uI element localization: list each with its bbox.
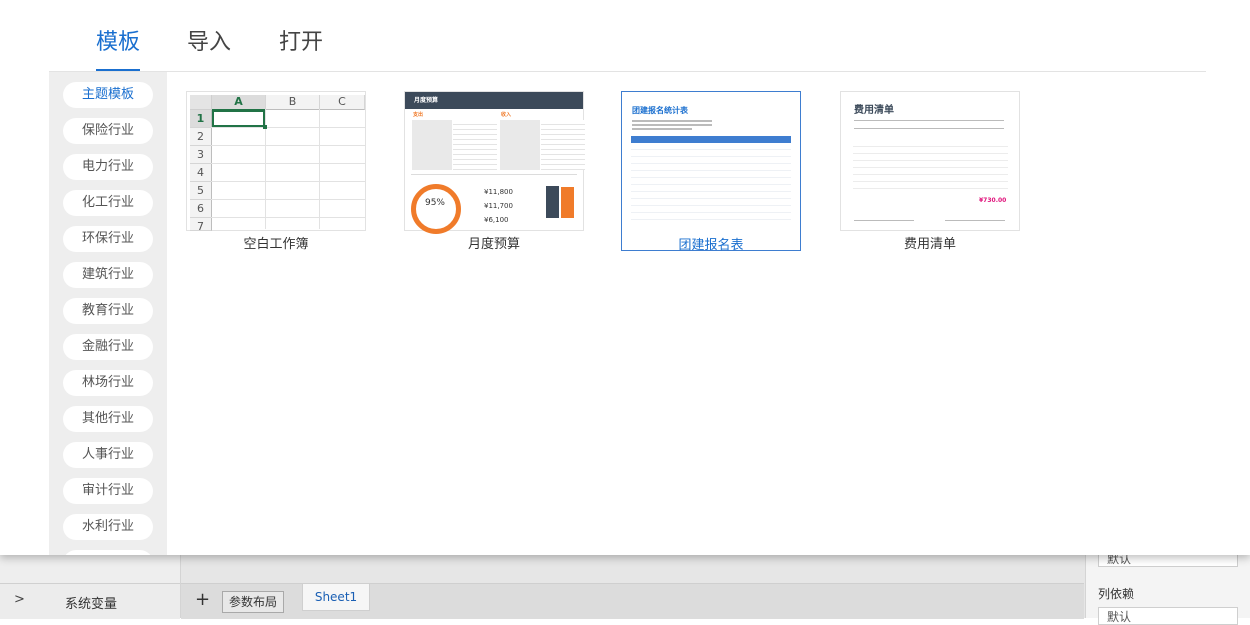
- template-label-monthly-budget: 月度预算: [467, 237, 520, 252]
- tab-open[interactable]: 打开: [279, 24, 323, 56]
- signup-table-header: [631, 136, 791, 143]
- row-header-3: 3: [190, 146, 212, 164]
- right-properties-panel: 默认 列依赖 默认: [1085, 549, 1250, 625]
- expense-signature-line: [945, 220, 1005, 221]
- budget-section-income: 收入: [501, 112, 512, 118]
- row-header-4: 4: [190, 164, 212, 182]
- category-environmental[interactable]: 环保行业: [63, 226, 153, 252]
- template-card-expense-list[interactable]: 费用清单 ¥730.00: [840, 91, 1020, 231]
- sheet-tab-bar: + 参数布局 Sheet1: [181, 583, 1084, 619]
- tab-import[interactable]: 导入: [187, 24, 231, 56]
- row-header-2: 2: [190, 128, 212, 146]
- row-header-7: 7: [190, 218, 212, 233]
- fill-handle: [263, 125, 267, 129]
- template-label-blank-workbook: 空白工作簿: [243, 237, 309, 252]
- system-variables-label: 系统变量: [65, 597, 118, 612]
- template-card-monthly-budget[interactable]: 月度预算 支出 收入 95% ¥11,800 ¥11,700 ¥6,100: [404, 91, 585, 234]
- category-hr[interactable]: 人事行业: [63, 442, 153, 468]
- signup-meta-line: [632, 128, 692, 130]
- grid-line: [211, 127, 366, 128]
- default-select-2[interactable]: 默认: [1098, 607, 1238, 625]
- column-dependency-label: 列依赖: [1098, 587, 1135, 601]
- budget-amount-3: ¥6,100: [484, 216, 509, 224]
- signup-thumb-title: 团建报名统计表: [632, 106, 688, 115]
- tabs-divider: [49, 71, 1206, 72]
- expense-meta-line: [854, 120, 1004, 121]
- category-insurance[interactable]: 保险行业: [63, 118, 153, 144]
- signup-meta-line: [632, 124, 712, 126]
- budget-section-expense: 支出: [413, 112, 424, 118]
- budget-amount-2: ¥11,700: [484, 202, 513, 210]
- grid-corner: [190, 95, 212, 110]
- template-card-team-signup[interactable]: 团建报名统计表 团建报名表: [621, 91, 801, 253]
- budget-bar-dark: [546, 186, 559, 218]
- category-theme-templates[interactable]: 主题模板: [63, 82, 153, 108]
- category-audit[interactable]: 审计行业: [63, 478, 153, 504]
- selected-cell: [212, 110, 265, 127]
- grid-line: [211, 181, 366, 182]
- category-water-conservancy[interactable]: 水利行业: [63, 514, 153, 540]
- row-header-1: 1: [190, 110, 212, 128]
- budget-thumb-title: 月度预算: [414, 97, 439, 104]
- row-header-6: 6: [190, 200, 212, 218]
- budget-table-shade: [412, 120, 452, 170]
- budget-header-bar: 月度预算: [405, 92, 583, 109]
- category-other[interactable]: 其他行业: [63, 406, 153, 432]
- sheet-tab-sheet1[interactable]: Sheet1: [302, 584, 370, 611]
- category-construction[interactable]: 建筑行业: [63, 262, 153, 288]
- budget-donut-percent: 95%: [424, 198, 445, 208]
- column-header-c: C: [320, 95, 365, 110]
- grid-line: [211, 199, 366, 200]
- template-card-blank-workbook[interactable]: A B C 1 2 3 4 5 6 7: [186, 91, 366, 233]
- budget-table-lines: [453, 120, 497, 170]
- app-bottom-area: > 系统变量 + 参数布局 Sheet1 默认 列依赖 默认: [0, 549, 1250, 625]
- budget-divider: [411, 174, 577, 175]
- category-partial-next[interactable]: [63, 550, 153, 555]
- template-dialog: 模板 导入 打开 主题模板 保险行业 电力行业 化工行业 环保行业 建筑行业 教…: [0, 0, 1250, 555]
- template-label-team-signup: 团建报名表: [678, 238, 744, 253]
- expense-thumb-title: 费用清单: [854, 105, 894, 116]
- budget-donut-chart: [411, 184, 461, 234]
- expense-total: ¥730.00: [979, 197, 1007, 204]
- expense-table-lines: [853, 140, 1008, 190]
- expense-meta-line: [854, 128, 1004, 129]
- grid-line: [211, 145, 366, 146]
- signup-table-rows: [631, 143, 791, 222]
- signup-meta-line: [632, 120, 712, 122]
- category-power[interactable]: 电力行业: [63, 154, 153, 180]
- plus-icon[interactable]: +: [195, 590, 210, 610]
- category-sidebar: 主题模板 保险行业 电力行业 化工行业 环保行业 建筑行业 教育行业 金融行业 …: [49, 72, 167, 555]
- category-finance[interactable]: 金融行业: [63, 334, 153, 360]
- category-chemical[interactable]: 化工行业: [63, 190, 153, 216]
- budget-table-lines: [541, 120, 585, 170]
- category-education[interactable]: 教育行业: [63, 298, 153, 324]
- budget-amount-1: ¥11,800: [484, 188, 513, 196]
- left-panel: > 系统变量: [0, 555, 181, 619]
- column-header-b: B: [266, 95, 320, 110]
- column-header-a: A: [212, 95, 266, 111]
- template-label-expense-list: 费用清单: [903, 237, 956, 252]
- budget-table-shade: [500, 120, 540, 170]
- system-variables-row[interactable]: > 系统变量: [0, 583, 180, 619]
- grid-line: [211, 163, 366, 164]
- dialog-tabs: 模板 导入 打开: [0, 0, 1250, 72]
- category-forestry[interactable]: 林场行业: [63, 370, 153, 396]
- sheet-tab-param-layout[interactable]: 参数布局: [222, 591, 285, 613]
- row-header-5: 5: [190, 182, 212, 200]
- budget-bar-orange: [561, 187, 574, 218]
- chevron-right-icon[interactable]: >: [14, 592, 25, 607]
- expense-signature-line: [854, 220, 914, 221]
- tab-templates[interactable]: 模板: [96, 24, 140, 56]
- grid-line: [211, 217, 366, 218]
